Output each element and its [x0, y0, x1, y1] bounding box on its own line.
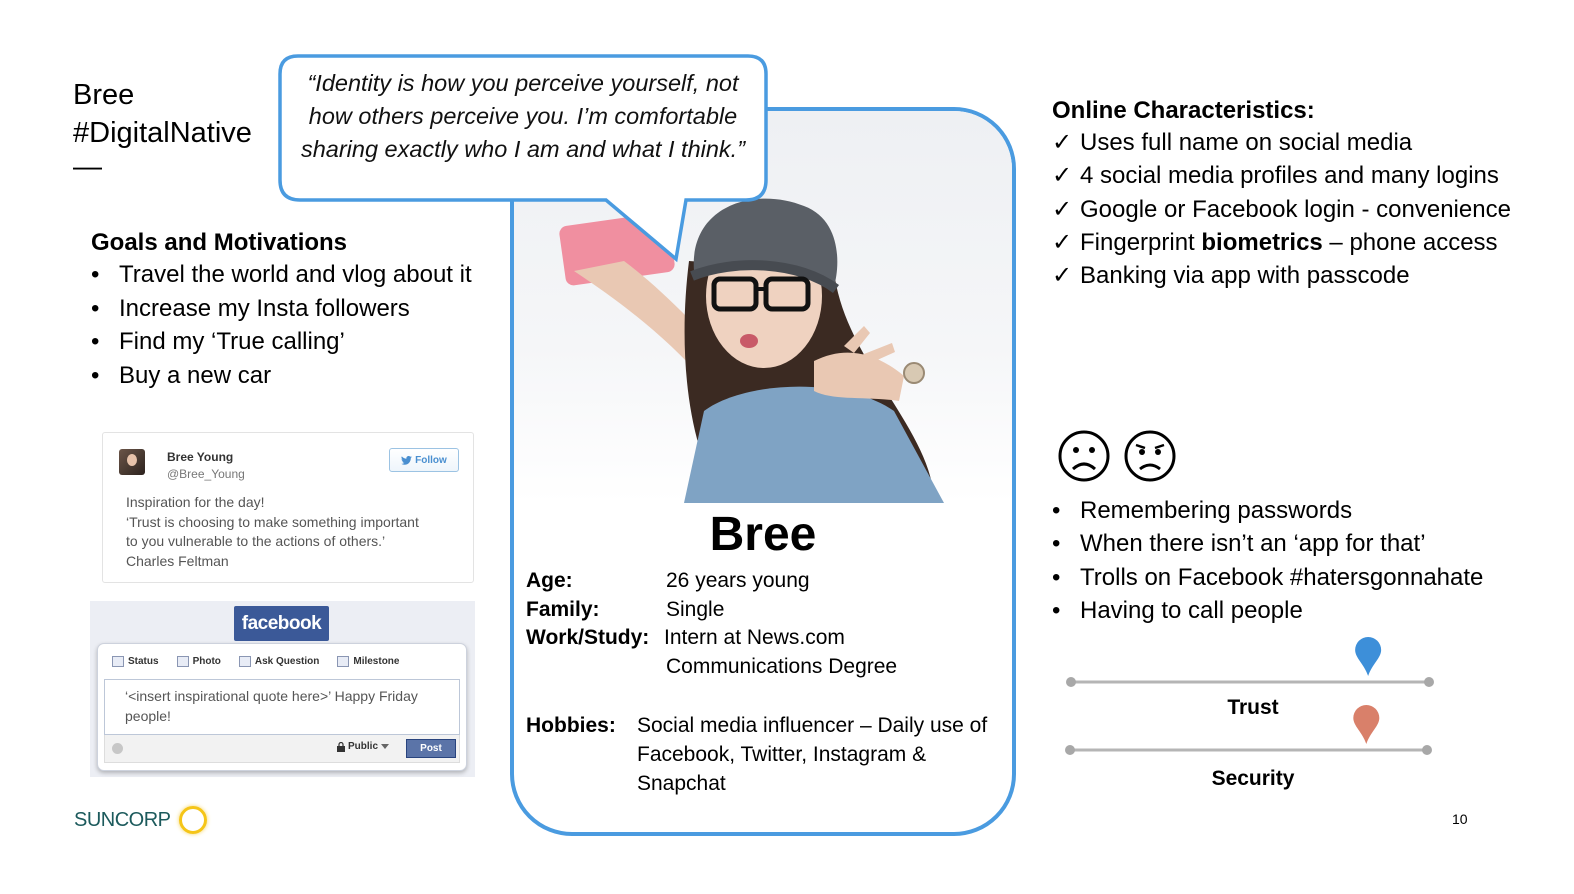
online-list: ✓ Uses full name on social media ✓ 4 socia… [1052, 126, 1532, 292]
checkmark-icon: ✓ [1052, 129, 1073, 156]
tab-label: Status [128, 656, 159, 667]
brand-name: SUNCORP [74, 808, 171, 831]
tweet-card: Bree Young @Bree_Young Follow Inspiratio… [102, 432, 474, 583]
slider-end [1422, 745, 1432, 755]
detail-value: Intern at News.com [664, 626, 845, 650]
persona-quote: “Identity is how you perceive yourself, … [300, 70, 746, 162]
status-icon [112, 656, 124, 667]
security-label: Security [1211, 767, 1295, 790]
persona-title: Bree #DigitalNative — [73, 76, 252, 182]
detail-label: Work/Study: [526, 626, 650, 650]
title-dash: — [73, 151, 102, 183]
tab-status[interactable]: Status [112, 656, 159, 667]
follow-button[interactable]: Follow [389, 448, 459, 472]
tweet-line: ‘Trust is choosing to make something imp… [126, 513, 419, 530]
tab-label: Milestone [353, 656, 400, 667]
composer-panel: Status Photo Ask Question Milestone ‘<in… [97, 643, 467, 771]
persona-hashtag: #DigitalNative [73, 117, 252, 149]
composer-tabs: Status Photo Ask Question Milestone [112, 656, 399, 667]
slider-end [1065, 745, 1075, 755]
detail-label: Family: [526, 597, 600, 621]
detail-value: Single [666, 597, 725, 621]
chevron-down-icon [381, 744, 390, 749]
pain-item: When there isn’t an ‘app for that’ [1052, 527, 1552, 561]
tab-label: Photo [192, 656, 221, 667]
online-item: ✓ Banking via app with passcode [1052, 259, 1532, 292]
page-number: 10 [1452, 811, 1468, 827]
goal-item: Increase my Insta followers [91, 292, 511, 326]
tab-label: Ask Question [254, 656, 320, 667]
item-text: – phone access [1322, 228, 1498, 256]
privacy-label: Public [348, 741, 379, 752]
tab-milestone[interactable]: Milestone [337, 656, 399, 667]
pain-item: Trolls on Facebook #hatersgonnahate [1052, 561, 1552, 595]
pain-points: Remembering passwords When there isn’t a… [1052, 494, 1552, 627]
composer-footer: Public Post [104, 735, 460, 763]
tweet-author-name: Bree Young [167, 450, 234, 464]
online-item: ✓ Uses full name on social media [1052, 126, 1532, 159]
tab-ask-question[interactable]: Ask Question [238, 656, 320, 667]
facebook-composer: facebook Status Photo Ask Question Miles… [90, 601, 475, 777]
tab-photo[interactable]: Photo [176, 656, 221, 667]
annoyed-face-icon [1124, 430, 1176, 482]
item-text: 4 social media profiles and many logins [1080, 162, 1499, 190]
avatar [119, 449, 145, 475]
tweet-line: Inspiration for the day! [126, 494, 265, 510]
detail-value: Communications Degree [666, 655, 898, 679]
goal-item: Buy a new car [91, 359, 511, 393]
item-text: Google or Facebook login - convenience [1080, 195, 1511, 223]
persona-name: Bree [73, 79, 135, 111]
tweet-text: Inspiration for the day! ‘Trust is choos… [126, 493, 456, 571]
lock-icon [337, 741, 345, 752]
checkmark-icon: ✓ [1052, 195, 1073, 223]
profile-name: Bree [709, 508, 817, 561]
facebook-logo: facebook [234, 606, 329, 641]
slider-end [1424, 677, 1434, 687]
suncorp-logo: SUNCORP [74, 806, 207, 834]
detail-value: 26 years young [666, 569, 810, 592]
online-characteristics: Online Characteristics: ✓ Uses full name … [1052, 96, 1532, 292]
pain-item: Having to call people [1052, 594, 1552, 628]
detail-label: Age: [526, 569, 573, 592]
twitter-bird-icon [401, 455, 413, 465]
item-text: Uses full name on social media [1080, 129, 1413, 156]
trust-slider [1066, 637, 1434, 687]
milestone-icon [337, 656, 350, 667]
online-item: ✓ Google or Facebook login - convenience [1052, 193, 1532, 226]
online-item: ✓ 4 social media profiles and many logins [1052, 159, 1532, 192]
gear-icon[interactable] [112, 743, 123, 754]
goals-section: Goals and Motivations Travel the world a… [91, 228, 511, 392]
online-item: ✓ Fingerprint biometrics – phone access [1052, 226, 1532, 259]
photo-icon [176, 656, 189, 667]
tweet-line: to you vulnerable to the actions of othe… [126, 533, 386, 549]
checkmark-icon: ✓ [1052, 228, 1073, 256]
trust-marker-icon [1355, 637, 1382, 676]
question-icon [238, 656, 251, 667]
pain-item: Remembering passwords [1052, 494, 1552, 528]
post-button[interactable]: Post [406, 739, 456, 758]
hobbies-label: Hobbies: [526, 714, 616, 737]
goal-item: Travel the world and vlog about it [91, 258, 511, 292]
slider-end [1066, 677, 1076, 687]
item-text: Fingerprint [1080, 228, 1202, 256]
item-text: Banking via app with passcode [1080, 262, 1410, 290]
compose-textarea[interactable]: ‘<insert inspirational quote here>’ Happ… [104, 679, 460, 735]
tweet-author-handle: @Bree_Young [167, 467, 245, 481]
item-text-bold: biometrics [1201, 228, 1323, 256]
trust-label: Trust [1227, 696, 1279, 719]
online-heading: Online Characteristics: [1052, 97, 1315, 124]
goals-heading: Goals and Motivations [91, 229, 348, 256]
profile-card: Bree Age: 26 years young Family: Single Wo… [510, 107, 1016, 836]
follow-label: Follow [415, 454, 447, 466]
checkmark-icon: ✓ [1052, 262, 1073, 290]
sun-icon [178, 806, 207, 834]
tweet-line: Charles Feltman [126, 552, 229, 569]
goals-list: Travel the world and vlog about it Incre… [91, 258, 511, 392]
hobbies-value: Social media influencer – Daily use of F… [637, 714, 988, 795]
sad-face-icon [1058, 430, 1110, 482]
privacy-selector[interactable]: Public [337, 741, 390, 752]
goal-item: Find my ‘True calling’ [91, 325, 511, 359]
checkmark-icon: ✓ [1052, 162, 1073, 190]
